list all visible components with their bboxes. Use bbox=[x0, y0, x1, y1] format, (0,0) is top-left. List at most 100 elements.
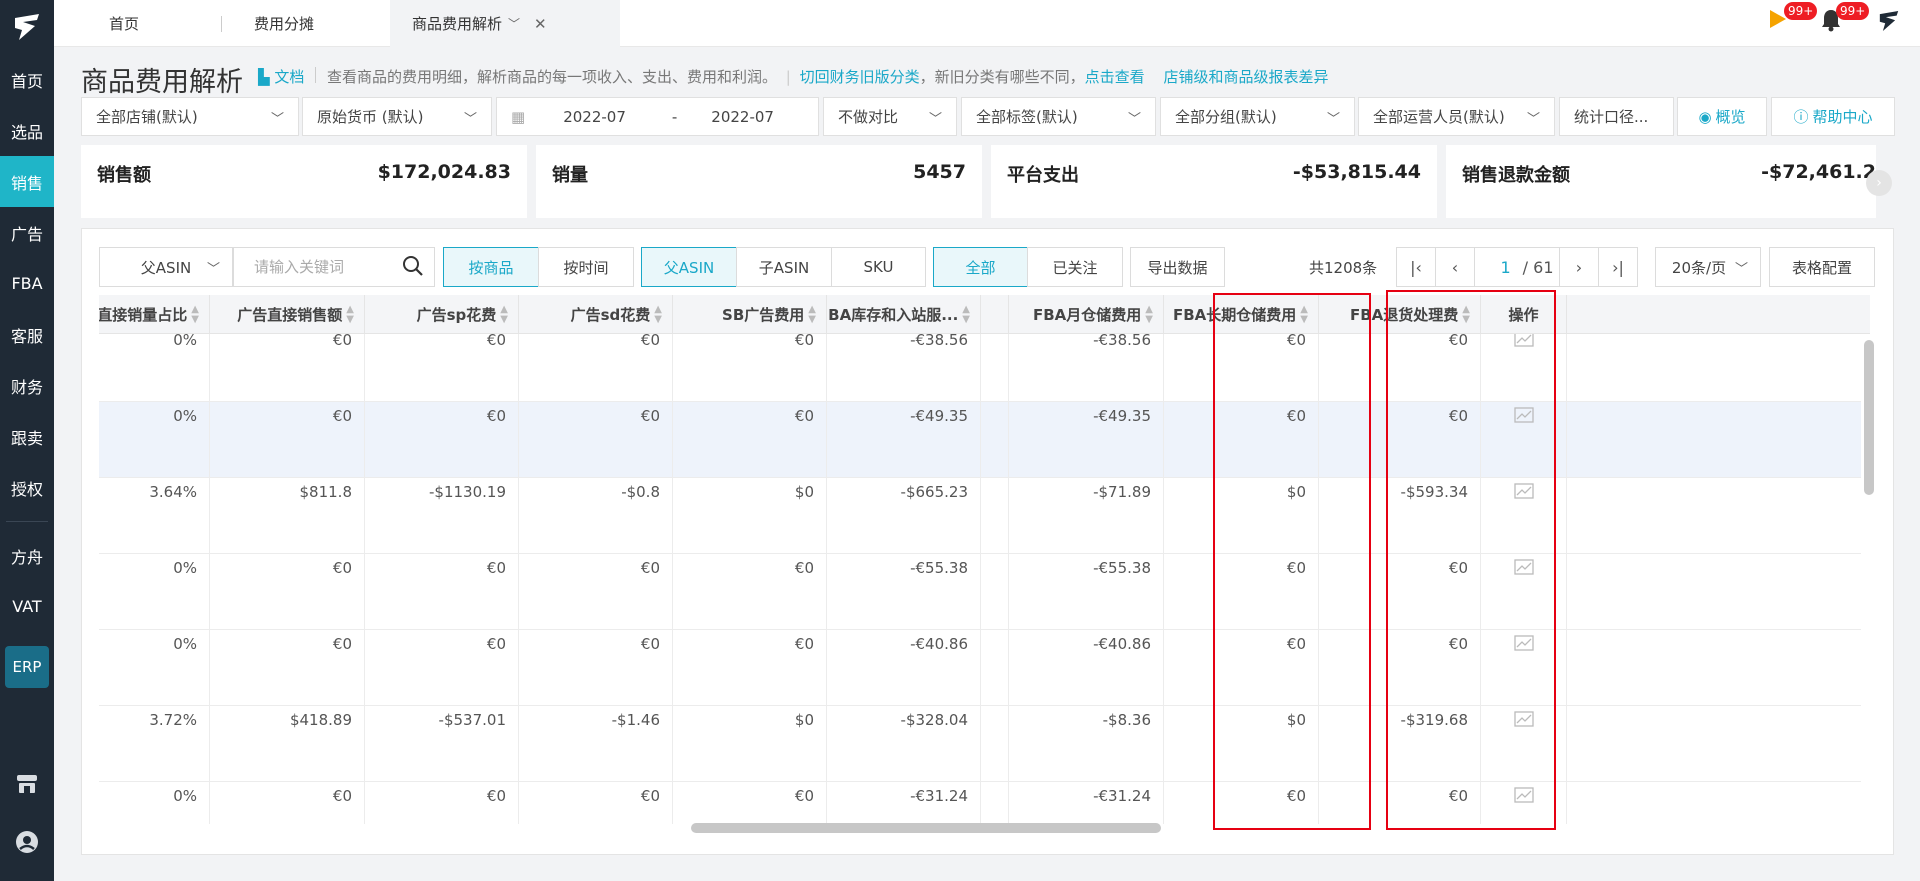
column-header-0[interactable]: 告直接销量占比▲▼ bbox=[99, 295, 210, 334]
sort-icon[interactable]: ▲ ▼ bbox=[808, 304, 816, 325]
child-asin-button[interactable]: 子ASIN bbox=[736, 247, 832, 287]
table-row[interactable]: 0% €0 €0 €0 €0 -€49.35 -€49.35 €0 €0 bbox=[99, 402, 1861, 478]
tab-home[interactable]: 首页 bbox=[54, 0, 194, 47]
chart-icon[interactable] bbox=[1481, 554, 1567, 630]
column-header-5[interactable]: FBA库存和入站服... ▲ ▼ bbox=[827, 295, 981, 334]
table-cell: $0 bbox=[1164, 478, 1319, 554]
erp-button[interactable]: ERP bbox=[5, 646, 49, 688]
chevron-right-icon[interactable]: › bbox=[1866, 170, 1892, 196]
table-config-button[interactable]: 表格配置 bbox=[1769, 247, 1875, 287]
table-row[interactable]: 0% €0 €0 €0 €0 -€40.86 -€40.86 €0 €0 bbox=[99, 630, 1861, 706]
chart-icon[interactable] bbox=[1481, 782, 1567, 824]
column-header-label: FBA长期仓储费用 bbox=[1173, 306, 1297, 324]
column-header-4[interactable]: SB广告费用 ▲ ▼ bbox=[673, 295, 827, 334]
chart-icon[interactable] bbox=[1481, 706, 1567, 782]
column-header-8[interactable]: FBA退货处理费 ▲ ▼ bbox=[1319, 295, 1481, 334]
page-number-input[interactable]: 1 bbox=[1500, 258, 1510, 277]
date-range-picker[interactable]: ▦ 2022-07 - 2022-07 bbox=[496, 97, 819, 136]
column-spacer bbox=[981, 295, 1009, 334]
table-row[interactable]: 0% €0 €0 €0 €0 -€55.38 -€55.38 €0 €0 bbox=[99, 554, 1861, 630]
sidebar-item-4[interactable]: FBA bbox=[0, 258, 54, 309]
avatar[interactable] bbox=[1876, 8, 1902, 40]
sidebar-item-0[interactable]: 首页 bbox=[0, 54, 54, 105]
chart-icon[interactable] bbox=[1481, 630, 1567, 706]
first-page-icon[interactable]: |‹ bbox=[1396, 247, 1436, 287]
sort-icon[interactable]: ▲ ▼ bbox=[1462, 304, 1470, 325]
table-row[interactable]: 3.72% $418.89 -$537.01 -$1.46 $0 -$328.04 -$8.… bbox=[99, 706, 1861, 782]
chart-icon[interactable] bbox=[1481, 334, 1567, 402]
sidebar-item-1[interactable]: 选品 bbox=[0, 105, 54, 156]
sidebar-item-6[interactable]: 财务 bbox=[0, 360, 54, 411]
column-header-6[interactable]: FBA月仓储费用 ▲ ▼ bbox=[1009, 295, 1164, 334]
logo-icon[interactable] bbox=[0, 0, 54, 54]
table-row[interactable]: 0% €0 €0 €0 €0 -€31.24 -€31.24 €0 €0 bbox=[99, 782, 1861, 824]
table-cell: -€40.86 bbox=[827, 630, 981, 706]
sidebar-item-9[interactable]: 方舟 bbox=[0, 530, 54, 581]
sidebar-divider bbox=[6, 521, 48, 522]
table-row[interactable]: 0% €0 €0 €0 €0 -€38.56 -€38.56 €0 €0 bbox=[99, 334, 1861, 402]
sidebar-item-3[interactable]: 广告 bbox=[0, 207, 54, 258]
store-select[interactable]: 全部店铺(默认) ﹀ bbox=[81, 97, 299, 136]
sidebar-item-7[interactable]: 跟卖 bbox=[0, 411, 54, 462]
overview-button[interactable]: ◉ 概览 bbox=[1677, 97, 1767, 136]
close-icon[interactable]: ✕ bbox=[534, 15, 547, 33]
tab-product-cost-analysis[interactable]: 商品费用解析 ﹀ ✕ bbox=[390, 0, 620, 47]
last-page-icon[interactable]: ›| bbox=[1598, 247, 1638, 287]
table-cell: 0% bbox=[99, 630, 210, 706]
table-cell: €0 bbox=[1164, 630, 1319, 706]
chart-icon[interactable] bbox=[1481, 402, 1567, 478]
sidebar-item-8[interactable]: 授权 bbox=[0, 462, 54, 513]
chart-icon[interactable] bbox=[1481, 478, 1567, 554]
next-page-icon[interactable]: › bbox=[1559, 247, 1599, 287]
horizontal-scrollbar[interactable] bbox=[691, 823, 1161, 833]
parent-asin-button[interactable]: 父ASIN bbox=[641, 247, 737, 287]
export-button[interactable]: 导出数据 bbox=[1130, 247, 1225, 287]
sort-icon[interactable]: ▲ ▼ bbox=[654, 304, 662, 325]
table-cell: -$319.68 bbox=[1319, 706, 1481, 782]
by-time-button[interactable]: 按时间 bbox=[538, 247, 634, 287]
sku-button[interactable]: SKU bbox=[831, 247, 926, 287]
table-cell: €0 bbox=[365, 402, 519, 478]
switch-old-category-link[interactable]: 切回财务旧版分类 bbox=[800, 68, 920, 86]
doc-link[interactable]: ▙ 文档 bbox=[258, 66, 304, 87]
sort-icon[interactable]: ▲ ▼ bbox=[1300, 304, 1308, 325]
table-cell: €0 bbox=[519, 782, 673, 824]
sidebar-item-10[interactable]: VAT bbox=[0, 581, 54, 632]
column-header-2[interactable]: 广告sp花费 ▲ ▼ bbox=[365, 295, 519, 334]
operator-select[interactable]: 全部运营人员(默认) ﹀ bbox=[1358, 97, 1555, 136]
column-header-1[interactable]: 广告直接销售额 ▲ ▼ bbox=[210, 295, 365, 334]
by-product-button[interactable]: 按商品 bbox=[443, 247, 539, 287]
prev-page-icon[interactable]: ‹ bbox=[1435, 247, 1475, 287]
filter-followed-button[interactable]: 已关注 bbox=[1027, 247, 1123, 287]
stat-scope-select[interactable]: 统计口径... bbox=[1559, 97, 1674, 136]
search-icon[interactable] bbox=[402, 255, 424, 282]
column-header-7[interactable]: FBA长期仓储费用 ▲ ▼ bbox=[1164, 295, 1319, 334]
column-header-3[interactable]: 广告sd花费 ▲ ▼ bbox=[519, 295, 673, 334]
sort-icon[interactable]: ▲ ▼ bbox=[962, 304, 970, 325]
asin-level-select[interactable]: 父ASIN ﹀ bbox=[99, 247, 233, 287]
table-header: 告直接销量占比▲▼广告直接销售额▲▼广告sp花费▲▼广告sd花费▲▼SB广告费用… bbox=[99, 295, 1870, 334]
group-select[interactable]: 全部分组(默认) ﹀ bbox=[1160, 97, 1355, 136]
vertical-scrollbar[interactable] bbox=[1864, 340, 1874, 495]
click-to-view-link[interactable]: 点击查看 bbox=[1085, 68, 1145, 86]
chevron-down-icon[interactable]: ﹀ bbox=[508, 15, 520, 32]
support-icon[interactable] bbox=[0, 829, 54, 855]
page-size-select[interactable]: 20条/页 ﹀ bbox=[1655, 247, 1761, 287]
sort-icon[interactable]: ▲ ▼ bbox=[1145, 304, 1153, 325]
currency-select[interactable]: 原始货币 (默认) ﹀ bbox=[302, 97, 492, 136]
sort-icon[interactable]: ▲ ▼ bbox=[346, 304, 354, 325]
report-diff-link[interactable]: 店铺级和商品级报表差异 bbox=[1163, 68, 1328, 86]
sidebar-item-2[interactable]: 销售 bbox=[0, 156, 54, 207]
tag-select[interactable]: 全部标签(默认) ﹀ bbox=[961, 97, 1156, 136]
store-icon[interactable] bbox=[0, 772, 54, 796]
filter-all-button[interactable]: 全部 bbox=[933, 247, 1028, 287]
sort-icon[interactable]: ▲ ▼ bbox=[500, 304, 508, 325]
search-input[interactable] bbox=[234, 248, 394, 286]
compare-select[interactable]: 不做对比 ﹀ bbox=[823, 97, 957, 136]
column-header-9[interactable]: 操作 bbox=[1481, 295, 1567, 334]
cell-spacer bbox=[981, 630, 1009, 706]
help-center-button[interactable]: ⓘ 帮助中心 bbox=[1771, 97, 1895, 136]
sidebar-item-5[interactable]: 客服 bbox=[0, 309, 54, 360]
sort-icon[interactable]: ▲ ▼ bbox=[191, 304, 199, 325]
table-row[interactable]: 3.64% $811.8 -$1130.19 -$0.8 $0 -$665.23 -$71.… bbox=[99, 478, 1861, 554]
